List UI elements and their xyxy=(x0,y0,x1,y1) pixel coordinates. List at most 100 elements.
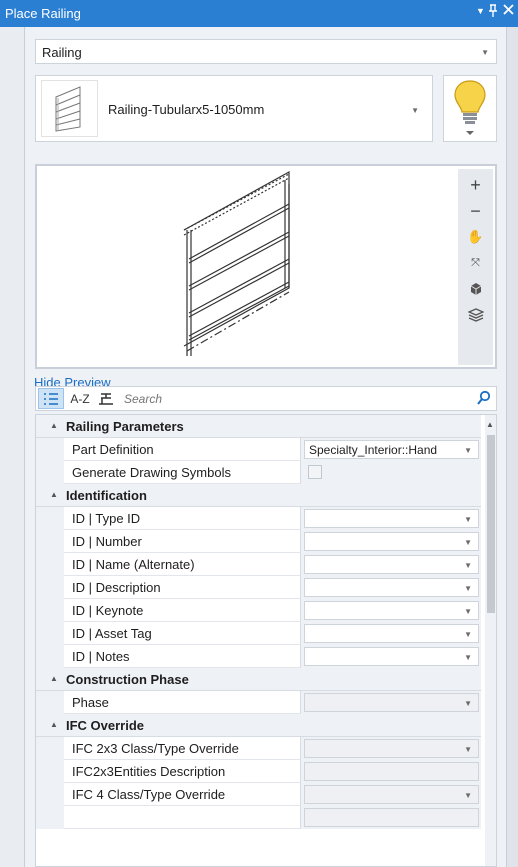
property-row-ifc2x3-entities-description: IFC2x3Entities Description xyxy=(36,760,481,783)
property-row-part-definition: Part Definition Specialty_Interior::Hand… xyxy=(36,438,481,461)
number-dropdown[interactable]: ▼ xyxy=(304,532,479,551)
property-row-phase: Phase ▼ xyxy=(36,691,481,714)
chevron-down-icon: ▼ xyxy=(464,653,472,662)
title-bar: Place Railing ▼ xyxy=(0,0,518,27)
keynote-dropdown[interactable]: ▼ xyxy=(304,601,479,620)
property-name: ID | Keynote xyxy=(64,599,301,622)
property-name: Phase xyxy=(64,691,301,714)
chevron-down-icon: ▼ xyxy=(411,106,419,115)
property-name: ID | Type ID xyxy=(64,507,301,530)
part-definition-dropdown[interactable]: Specialty_Interior::Hand ▼ xyxy=(304,440,479,459)
display-style-icon[interactable] xyxy=(458,303,493,327)
categorized-icon xyxy=(44,392,58,405)
alphabetical-view-button[interactable]: A-Z xyxy=(67,388,93,409)
property-row-notes: ID | Notes ▼ xyxy=(36,645,481,668)
property-grid-scrollbar[interactable]: ▲ xyxy=(485,415,496,866)
property-row-keynote: ID | Keynote ▼ xyxy=(36,599,481,622)
view-tools: + − ✋ ⤧ xyxy=(458,169,493,365)
collapse-icon[interactable]: ▲ xyxy=(50,720,58,729)
place-railing-panel: Railing ▼ Railing-Tubularx5-1050mm ▼ + −… xyxy=(24,27,507,867)
description-dropdown[interactable]: ▼ xyxy=(304,578,479,597)
property-name: ID | Notes xyxy=(64,645,301,668)
panel-edge xyxy=(507,27,518,867)
property-name: IFC2x3Entities Description xyxy=(64,760,301,783)
categorized-view-button[interactable] xyxy=(38,388,64,409)
notes-dropdown[interactable]: ▼ xyxy=(304,647,479,666)
search-icon[interactable] xyxy=(477,390,491,408)
close-icon[interactable] xyxy=(503,4,514,18)
property-name: ID | Description xyxy=(64,576,301,599)
chevron-down-icon: ▼ xyxy=(464,607,472,616)
type-dropdown-value: Railing xyxy=(42,45,82,60)
definition-dropdown-value: Railing-Tubularx5-1050mm xyxy=(108,102,265,117)
property-row-ifc2x3-override: IFC 2x3 Class/Type Override ▼ xyxy=(36,737,481,760)
property-row-generate-drawing-symbols: Generate Drawing Symbols xyxy=(36,461,481,484)
search-input[interactable] xyxy=(120,388,470,409)
property-name xyxy=(64,806,301,829)
chevron-down-icon: ▼ xyxy=(461,446,472,455)
ifc4-override-dropdown[interactable]: ▼ xyxy=(304,785,479,804)
chevron-down-icon: ▼ xyxy=(464,745,472,754)
chevron-down-icon: ▼ xyxy=(464,791,472,800)
category-label: Railing Parameters xyxy=(66,419,184,434)
zoom-out-icon[interactable]: − xyxy=(458,199,493,223)
property-row-description: ID | Description ▼ xyxy=(36,576,481,599)
property-row-ifc4-override: IFC 4 Class/Type Override ▼ xyxy=(36,783,481,806)
chevron-down-icon: ▼ xyxy=(464,515,472,524)
property-name: Part Definition xyxy=(64,438,301,461)
scrollbar-thumb[interactable] xyxy=(487,435,495,613)
lightbulb-button[interactable] xyxy=(443,75,497,142)
collapse-icon[interactable]: ▲ xyxy=(50,674,58,683)
type-dropdown[interactable]: Railing ▼ xyxy=(35,39,497,64)
type-id-dropdown[interactable]: ▼ xyxy=(304,509,479,528)
partial-field[interactable] xyxy=(304,808,479,827)
collapse-icon[interactable]: ▲ xyxy=(50,421,58,430)
ifc2x3-override-dropdown[interactable]: ▼ xyxy=(304,739,479,758)
category-label: Identification xyxy=(66,488,147,503)
collapse-icon[interactable]: ▲ xyxy=(50,490,58,499)
pan-hand-icon[interactable]: ✋ xyxy=(458,225,493,249)
property-name: IFC 2x3 Class/Type Override xyxy=(64,737,301,760)
category-ifc-override[interactable]: ▲ IFC Override xyxy=(36,714,481,737)
property-row-asset-tag: ID | Asset Tag ▼ xyxy=(36,622,481,645)
window-title: Place Railing xyxy=(5,6,81,21)
fit-view-icon[interactable]: ⤧ xyxy=(458,251,493,275)
property-pages-icon xyxy=(99,392,113,405)
scroll-up-icon[interactable]: ▲ xyxy=(486,420,494,429)
category-identification[interactable]: ▲ Identification xyxy=(36,484,481,507)
property-row-name-alternate: ID | Name (Alternate) ▼ xyxy=(36,553,481,576)
property-row-partial xyxy=(36,806,481,829)
railing-thumbnail-icon xyxy=(41,80,98,137)
property-name: Generate Drawing Symbols xyxy=(64,461,301,484)
lightbulb-icon xyxy=(454,80,486,135)
pin-icon[interactable] xyxy=(488,4,498,21)
chevron-down-icon: ▼ xyxy=(464,630,472,639)
properties-page-button[interactable] xyxy=(95,388,117,409)
zoom-in-icon[interactable]: + xyxy=(458,173,493,197)
window-menu-icon[interactable]: ▼ xyxy=(476,6,485,16)
asset-tag-dropdown[interactable]: ▼ xyxy=(304,624,479,643)
property-grid: ▲ Railing Parameters Part Definition Spe… xyxy=(35,414,497,867)
preview-pane[interactable]: + − ✋ ⤧ xyxy=(35,164,497,369)
chevron-down-icon: ▼ xyxy=(481,48,489,57)
railing-preview-image xyxy=(183,170,290,356)
category-label: IFC Override xyxy=(66,718,145,733)
part-definition-value: Specialty_Interior::Hand xyxy=(309,443,438,457)
view-rotate-icon[interactable] xyxy=(458,277,493,301)
definition-dropdown[interactable]: Railing-Tubularx5-1050mm ▼ xyxy=(35,75,433,142)
property-row-type-id: ID | Type ID ▼ xyxy=(36,507,481,530)
category-railing-parameters[interactable]: ▲ Railing Parameters xyxy=(36,415,481,438)
category-construction-phase[interactable]: ▲ Construction Phase xyxy=(36,668,481,691)
generate-drawing-symbols-checkbox[interactable] xyxy=(308,465,322,479)
chevron-down-icon: ▼ xyxy=(464,699,472,708)
property-name: ID | Number xyxy=(64,530,301,553)
property-toolbar: A-Z xyxy=(35,386,497,411)
property-name: ID | Name (Alternate) xyxy=(64,553,301,576)
chevron-down-icon: ▼ xyxy=(464,538,472,547)
phase-dropdown[interactable]: ▼ xyxy=(304,693,479,712)
name-alternate-dropdown[interactable]: ▼ xyxy=(304,555,479,574)
chevron-down-icon: ▼ xyxy=(464,561,472,570)
ifc2x3-entities-description-field[interactable] xyxy=(304,762,479,781)
chevron-down-icon: ▼ xyxy=(464,584,472,593)
property-name: IFC 4 Class/Type Override xyxy=(64,783,301,806)
